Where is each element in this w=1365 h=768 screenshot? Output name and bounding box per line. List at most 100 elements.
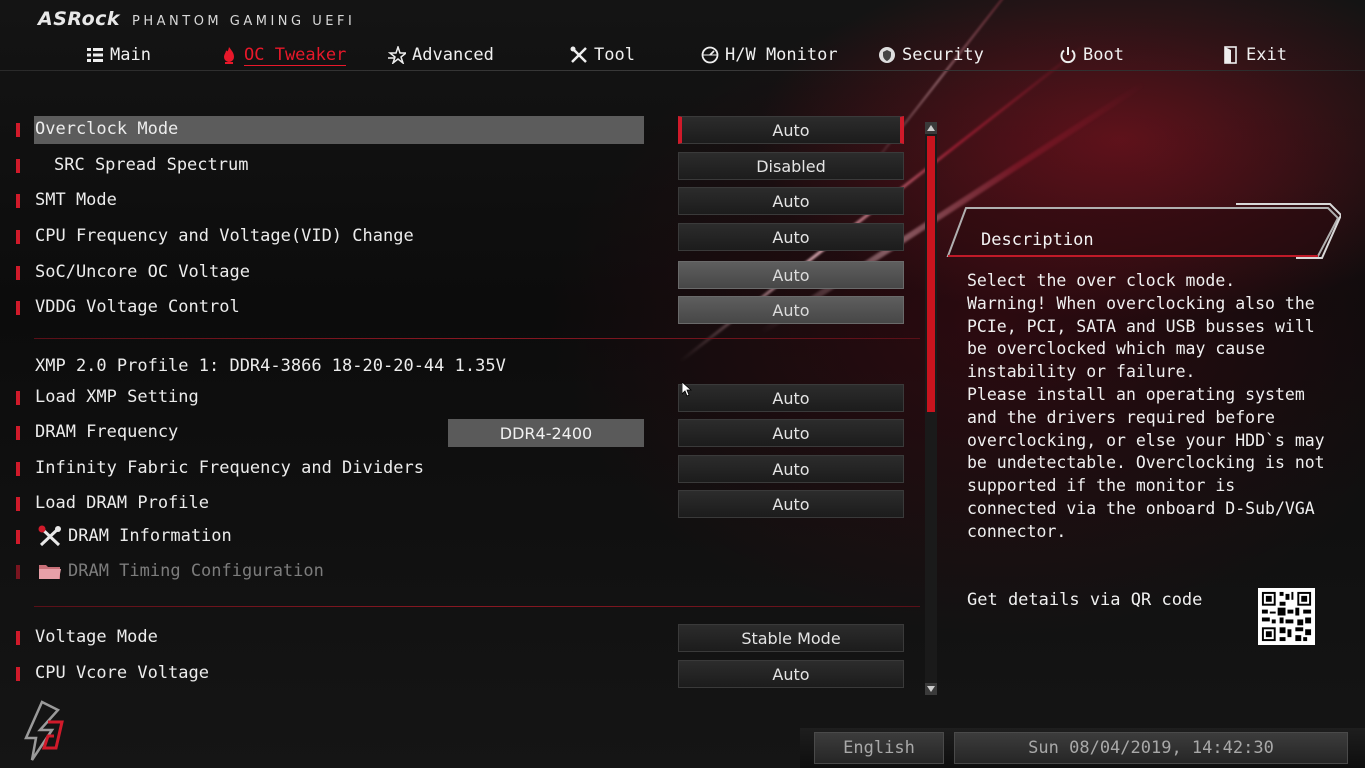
setting-overclock-mode[interactable]: Overclock Mode Auto [0, 116, 930, 144]
description-line: and the drivers required before [967, 407, 1275, 427]
dram-frequency-value[interactable]: Auto [678, 419, 904, 447]
triangle-down-icon [927, 686, 935, 692]
settings-scrollbar[interactable] [925, 122, 937, 695]
setting-src-spread-spectrum[interactable]: SRC Spread Spectrum Disabled [0, 152, 930, 180]
setting-soc-uncore-oc-voltage[interactable]: SoC/Uncore OC Voltage Auto [0, 259, 930, 289]
row-marker [16, 631, 20, 645]
setting-label: Voltage Mode [35, 627, 158, 647]
brand-name: ASRock [38, 8, 121, 30]
oc-tweaker-icon [224, 47, 234, 64]
setting-dram-frequency[interactable]: DRAM Frequency DDR4-2400 Auto [0, 419, 930, 447]
xmp-profile-info: XMP 2.0 Profile 1: DDR4-3866 18-20-20-44… [35, 356, 506, 376]
setting-label: SRC Spread Spectrum [54, 155, 249, 175]
description-line: instability or failure. [967, 362, 1196, 382]
tab-tool[interactable]: Tool [570, 40, 635, 70]
uefi-logo: ASRock PHANTOM GAMING UEFI [38, 8, 355, 30]
setting-vddg-voltage-control[interactable]: VDDG Voltage Control Auto [0, 294, 930, 324]
setting-label: VDDG Voltage Control [35, 297, 240, 317]
tab-label: OC Tweaker [244, 44, 347, 66]
tab-label: Boot [1083, 45, 1124, 65]
setting-infinity-fabric[interactable]: Infinity Fabric Frequency and Dividers A… [0, 455, 930, 483]
datetime-display: Sun 08/04/2019, 14:42:30 [954, 732, 1348, 764]
tab-label: Main [110, 45, 151, 65]
row-marker [16, 123, 20, 137]
cpu-freq-vid-value[interactable]: Auto [678, 223, 904, 251]
qr-code-icon[interactable] [1258, 588, 1315, 645]
scroll-down-arrow[interactable] [925, 683, 937, 695]
description-line: PCIe, PCI, SATA and USB busses will [967, 316, 1315, 336]
setting-load-xmp[interactable]: Load XMP Setting Auto [0, 384, 930, 412]
row-marker [16, 301, 20, 315]
triangle-up-icon [927, 125, 935, 131]
soc-uncore-value[interactable]: Auto [678, 261, 904, 289]
vddg-value[interactable]: Auto [678, 296, 904, 324]
tab-label: Advanced [412, 45, 494, 65]
description-text: Select the over clock mode. Warning! Whe… [967, 270, 1327, 544]
mouse-cursor [681, 381, 693, 398]
nav-divider [0, 70, 1365, 71]
description-line: Select the over clock mode. [967, 271, 1236, 290]
tab-label: Tool [594, 45, 635, 65]
row-marker [16, 667, 20, 681]
exit-icon [1224, 46, 1237, 64]
qr-code-caption: Get details via QR code [967, 590, 1203, 610]
phantom-gaming-logo-icon [24, 700, 64, 761]
section-divider [34, 338, 920, 339]
menu-dram-information[interactable]: DRAM Information [0, 523, 930, 551]
setting-label: SoC/Uncore OC Voltage [35, 262, 250, 282]
top-nav: Main OC Tweaker Advanced Tool H/W Monito… [0, 40, 1365, 70]
smt-mode-value[interactable]: Auto [678, 187, 904, 215]
tab-security[interactable]: Security [878, 40, 984, 70]
setting-label: Overclock Mode [35, 119, 179, 139]
row-marker [16, 230, 20, 244]
hw-monitor-icon [701, 46, 719, 64]
row-marker [16, 194, 20, 208]
tab-advanced[interactable]: Advanced [388, 40, 494, 70]
setting-label: DRAM Frequency [35, 422, 179, 442]
menu-dram-timing-configuration[interactable]: DRAM Timing Configuration [0, 558, 930, 586]
folder-icon [39, 565, 61, 579]
description-line: connector. [967, 521, 1067, 541]
tab-label: Exit [1246, 45, 1287, 65]
scroll-up-arrow[interactable] [925, 122, 937, 134]
infinity-fabric-value[interactable]: Auto [678, 455, 904, 483]
tab-hw-monitor[interactable]: H/W Monitor [701, 40, 838, 70]
row-marker [16, 266, 20, 280]
language-button[interactable]: English [814, 732, 944, 764]
row-marker [16, 565, 20, 579]
description-line: connected via the onboard D-Sub/VGA [967, 498, 1315, 518]
overclock-mode-value[interactable]: Auto [678, 116, 904, 144]
tab-oc-tweaker[interactable]: OC Tweaker [220, 40, 347, 70]
load-dram-profile-value[interactable]: Auto [678, 490, 904, 518]
main-icon [87, 48, 103, 62]
cpu-vcore-value[interactable]: Auto [678, 660, 904, 688]
row-marker [16, 462, 20, 476]
tab-label: Security [902, 45, 984, 65]
brand-subtitle: PHANTOM GAMING UEFI [132, 14, 356, 29]
setting-smt-mode[interactable]: SMT Mode Auto [0, 187, 930, 215]
description-line: Please install an operating system [967, 384, 1305, 404]
setting-label: CPU Vcore Voltage [35, 663, 209, 683]
menu-label: DRAM Timing Configuration [68, 561, 324, 581]
scroll-thumb[interactable] [927, 136, 935, 412]
power-icon [1060, 47, 1076, 64]
setting-label: SMT Mode [35, 190, 117, 210]
description-line: be overclocked which may cause [967, 339, 1266, 359]
security-icon [879, 47, 895, 63]
tab-exit[interactable]: Exit [1222, 40, 1287, 70]
load-xmp-value[interactable]: Auto [678, 384, 904, 412]
row-marker [16, 159, 20, 173]
setting-cpu-freq-vid[interactable]: CPU Frequency and Voltage(VID) Change Au… [0, 223, 930, 251]
setting-label: Infinity Fabric Frequency and Dividers [35, 458, 424, 478]
setting-label: Load DRAM Profile [35, 493, 209, 513]
src-spread-value[interactable]: Disabled [678, 152, 904, 180]
voltage-mode-value[interactable]: Stable Mode [678, 624, 904, 652]
tab-main[interactable]: Main [86, 40, 151, 70]
menu-label: DRAM Information [68, 526, 232, 546]
tool-icon [38, 525, 61, 547]
setting-load-dram-profile[interactable]: Load DRAM Profile Auto [0, 490, 930, 518]
setting-cpu-vcore-voltage[interactable]: CPU Vcore Voltage Auto [0, 660, 930, 688]
tab-boot[interactable]: Boot [1059, 40, 1124, 70]
setting-voltage-mode[interactable]: Voltage Mode Stable Mode [0, 624, 930, 652]
row-marker [16, 391, 20, 405]
